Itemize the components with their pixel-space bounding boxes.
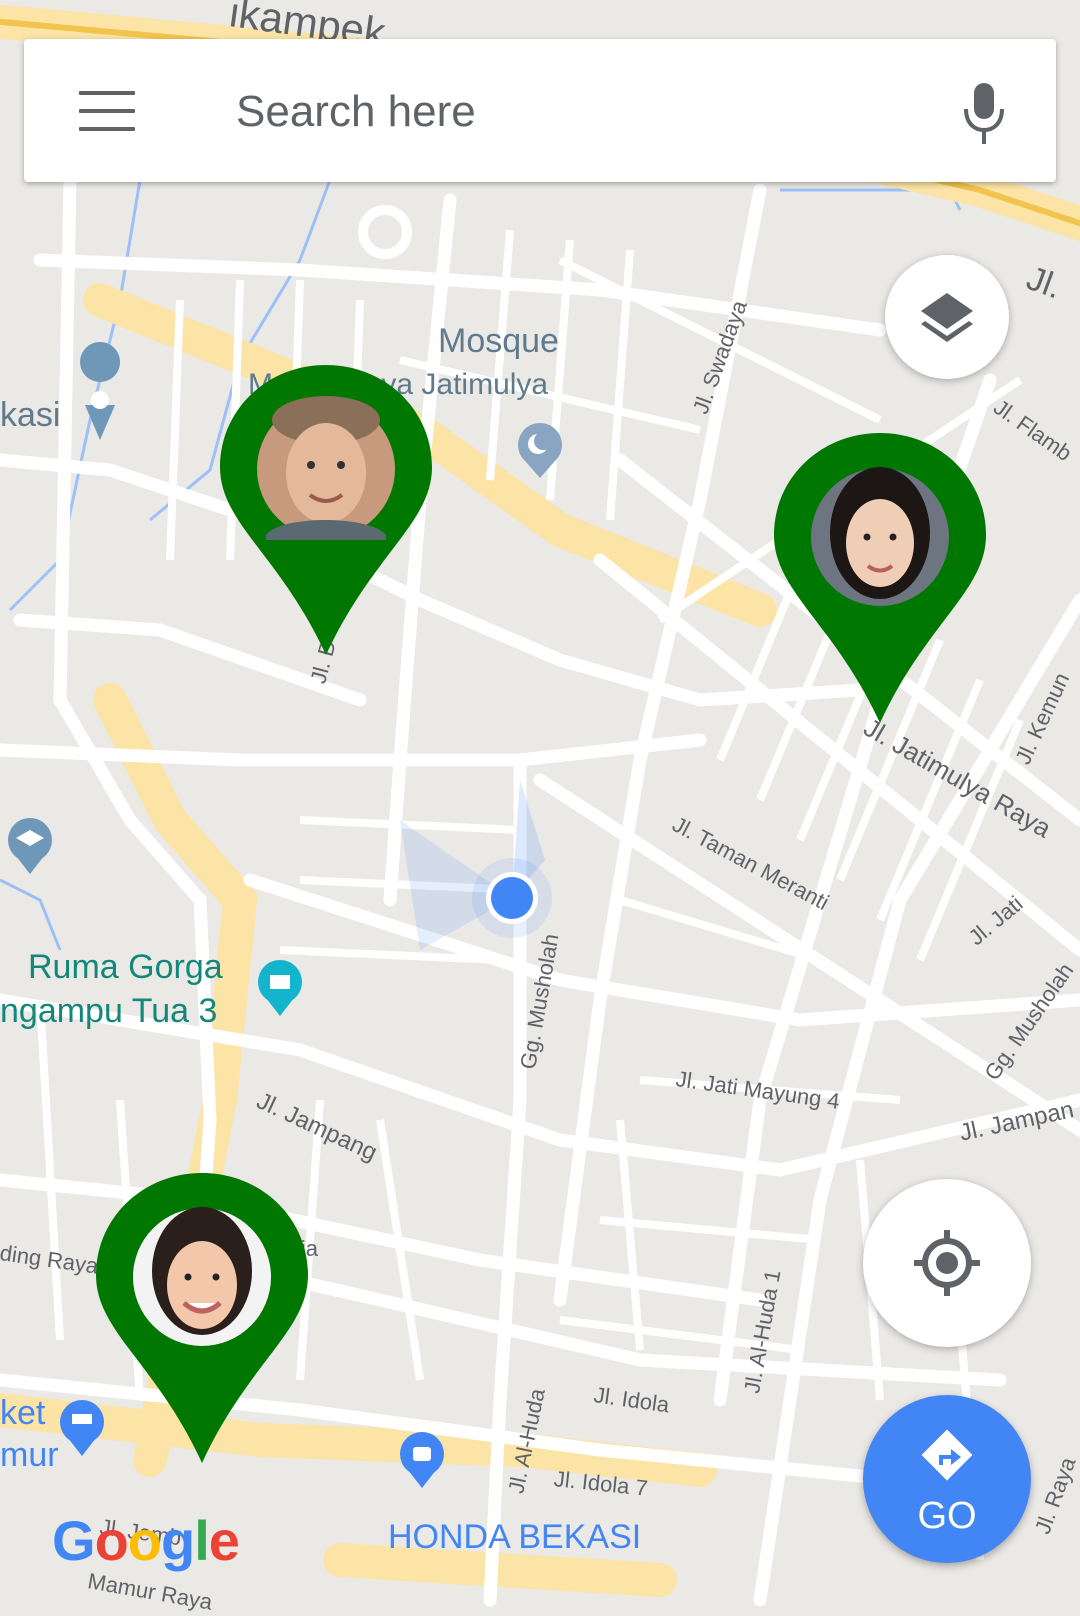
- microphone-icon[interactable]: [959, 79, 1009, 149]
- friend-pin-woman-2[interactable]: [96, 1173, 308, 1463]
- google-logo: Google: [52, 1509, 240, 1572]
- poi-label-mosque: Mosque: [438, 322, 559, 360]
- poi-label-kasi: kasi: [0, 396, 61, 434]
- poi-label-ket: ket: [0, 1394, 46, 1432]
- poi-label-ruma: Ruma Gorga: [28, 948, 223, 986]
- search-bar[interactable]: [24, 39, 1056, 182]
- poi-label-ruma-2: ngampu Tua 3: [0, 992, 218, 1030]
- hamburger-menu-icon[interactable]: [79, 91, 135, 131]
- my-location-button[interactable]: [863, 1179, 1031, 1347]
- poi-label-honda: HONDA BEKASI: [388, 1518, 642, 1556]
- layers-button[interactable]: [885, 255, 1009, 379]
- friend-pin-woman-1[interactable]: [774, 433, 986, 723]
- friend-pin-man[interactable]: [220, 365, 432, 655]
- poi-label-mur: mur: [0, 1436, 59, 1474]
- go-label: GO: [917, 1495, 977, 1537]
- directions-icon: [921, 1429, 973, 1481]
- my-location-icon: [914, 1230, 980, 1296]
- search-input[interactable]: [234, 83, 878, 141]
- go-directions-button[interactable]: GO: [863, 1395, 1031, 1563]
- layers-icon: [921, 293, 973, 342]
